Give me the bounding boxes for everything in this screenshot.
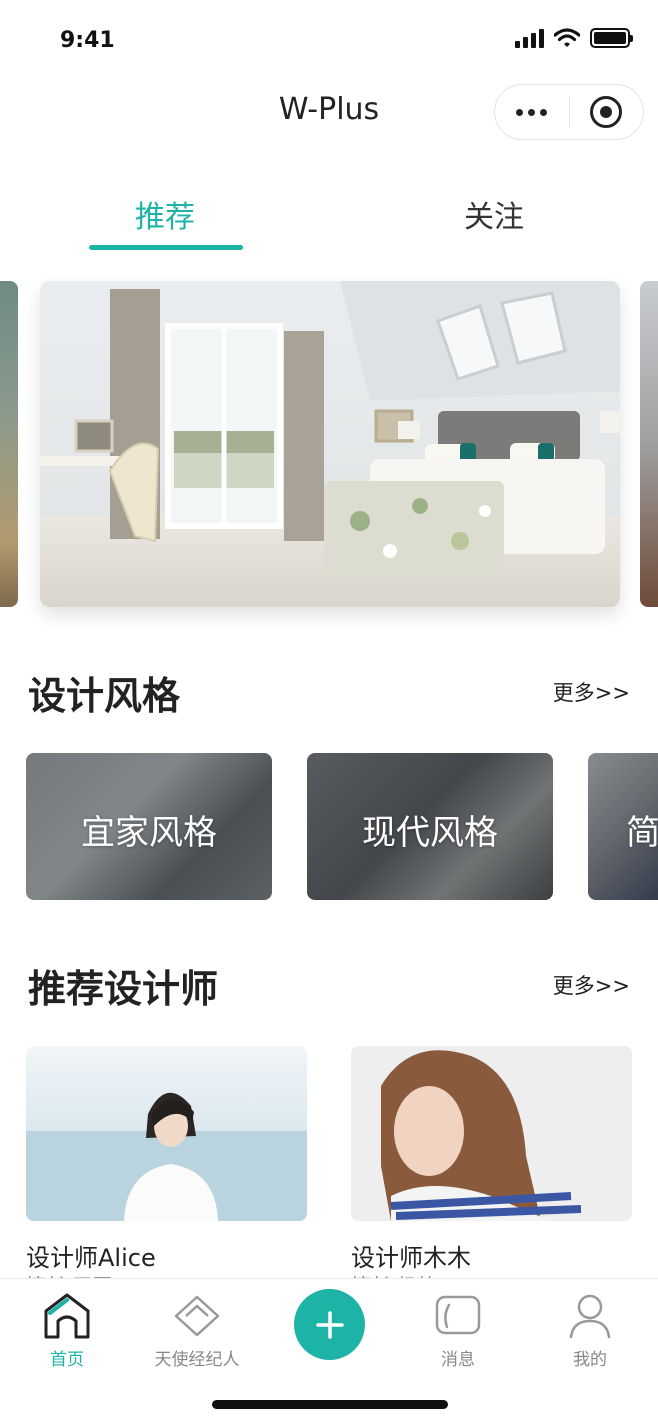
tabbar-item-home[interactable]: 首页 <box>2 1279 132 1379</box>
tabbar-label: 消息 <box>441 1350 475 1370</box>
home-indicator <box>212 1400 448 1409</box>
more-options-button[interactable] <box>495 85 569 139</box>
style-card-modern[interactable]: 现代风格 <box>307 753 553 900</box>
profile-icon <box>569 1294 611 1339</box>
tabbar-label: 天使经纪人 <box>154 1350 240 1370</box>
tab-active-indicator <box>89 245 243 250</box>
tabbar-item-messages[interactable]: 消息 <box>393 1279 523 1379</box>
designer-name: 设计师Alice <box>26 1244 156 1272</box>
add-button[interactable] <box>294 1289 365 1360</box>
designer-photo-alice[interactable] <box>26 1046 307 1221</box>
banner-slide[interactable] <box>40 281 620 607</box>
style-card-ikea[interactable]: 宜家风格 <box>26 753 272 900</box>
tabbar-label: 首页 <box>50 1350 84 1370</box>
designers-more-link[interactable]: 更多>> <box>553 970 630 1000</box>
target-icon <box>590 96 623 128</box>
tab-follow[interactable]: 关注 <box>464 192 524 236</box>
portrait-photo <box>351 1046 632 1221</box>
diamond-icon <box>174 1295 220 1337</box>
more-dots-icon <box>516 108 548 116</box>
styles-section-title: 设计风格 <box>28 674 181 718</box>
bedroom-photo <box>40 281 620 607</box>
close-program-button[interactable] <box>570 85 644 139</box>
status-icons <box>515 28 633 48</box>
designers-section-title: 推荐设计师 <box>28 967 219 1011</box>
signal-icon <box>515 28 544 48</box>
designer-name: 设计师木木 <box>351 1244 471 1272</box>
style-card-label: 简 <box>626 813 658 853</box>
home-icon <box>44 1293 90 1339</box>
banner-next-slide[interactable] <box>640 281 658 607</box>
message-icon <box>435 1295 481 1335</box>
status-time: 9:41 <box>60 28 115 53</box>
status-bar: 9:41 <box>0 0 658 84</box>
tabbar-item-agent[interactable]: 天使经纪人 <box>132 1279 262 1379</box>
style-card-minimal[interactable]: 简 <box>588 753 658 900</box>
tabbar-label: 我的 <box>573 1350 607 1370</box>
tab-recommend[interactable]: 推荐 <box>135 192 195 236</box>
mini-program-capsule <box>494 84 644 140</box>
portrait-photo <box>26 1046 307 1221</box>
style-card-label: 宜家风格 <box>81 813 217 853</box>
battery-icon <box>590 28 633 48</box>
designer-photo-mumu[interactable] <box>351 1046 632 1221</box>
add-icon <box>315 1310 344 1339</box>
wifi-icon <box>554 28 580 47</box>
styles-more-link[interactable]: 更多>> <box>553 677 630 707</box>
style-card-label: 现代风格 <box>362 813 498 853</box>
banner-prev-slide[interactable] <box>0 281 18 607</box>
tabbar-item-profile[interactable]: 我的 <box>525 1279 655 1379</box>
